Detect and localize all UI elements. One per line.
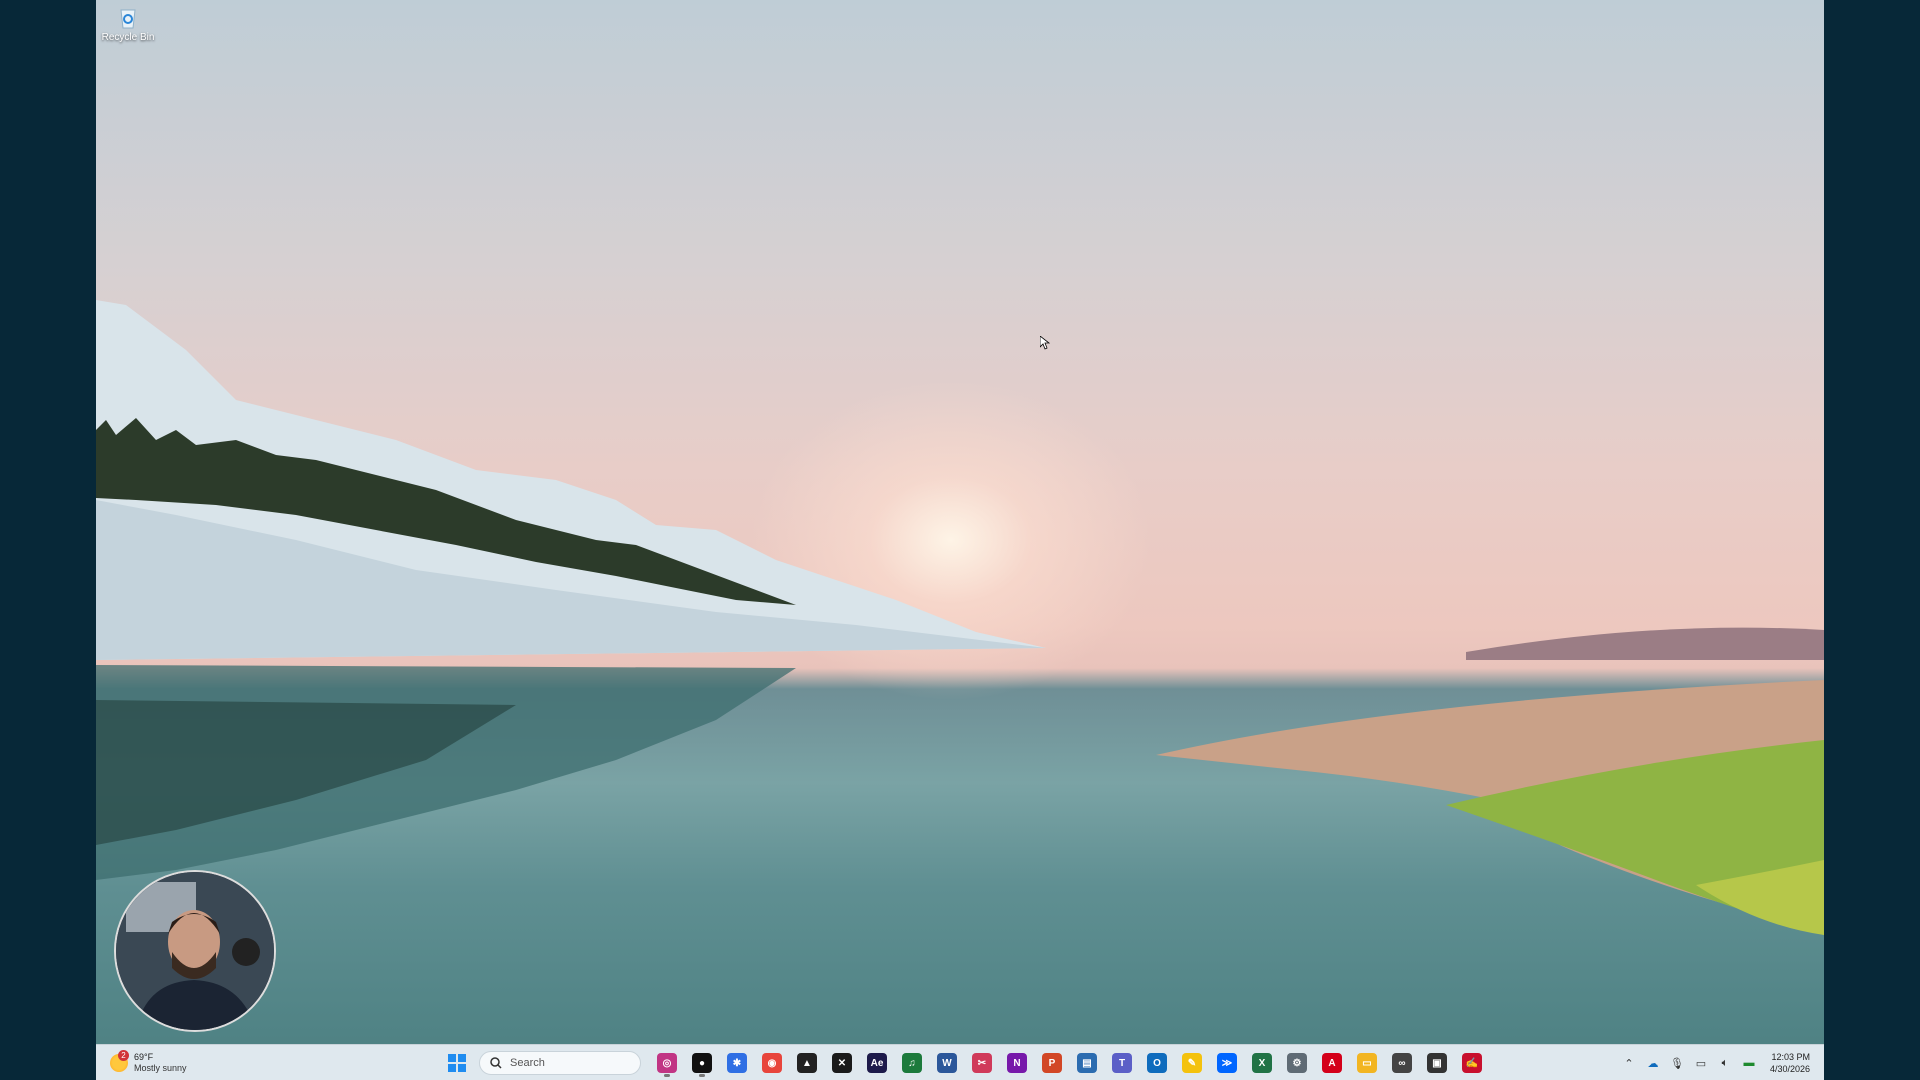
taskbar-app-xbox-app[interactable]: ✕ — [827, 1049, 857, 1077]
taskbar: 2 69°F Mostly sunny Search ◎ ● ✱ ◉ ▲ ✕ Ae ♫ W ✂ N P… — [96, 1044, 1824, 1080]
recycle-bin-shortcut[interactable]: Recycle Bin — [100, 2, 156, 43]
taskbar-app-acrobat[interactable]: A — [1317, 1049, 1347, 1077]
network-icon[interactable]: ▭ — [1694, 1056, 1708, 1070]
acrobat-icon: A — [1322, 1053, 1342, 1073]
word-icon: W — [937, 1053, 957, 1073]
running-indicator — [664, 1074, 670, 1077]
wallpaper-landscape — [96, 300, 1824, 935]
link-tool-icon: ∞ — [1392, 1053, 1412, 1073]
taskbar-app-file-explorer[interactable]: ▭ — [1352, 1049, 1382, 1077]
mouse-cursor-icon — [1040, 336, 1050, 350]
weather-temperature: 69°F — [134, 1052, 154, 1062]
desktop-screen: Recycle Bin 2 69°F Mostly sunny Search ◎… — [96, 0, 1824, 1080]
spotify-icon: ● — [692, 1053, 712, 1073]
taskbar-app-link-tool[interactable]: ∞ — [1387, 1049, 1417, 1077]
xbox-app-icon: ✕ — [832, 1053, 852, 1073]
recycle-bin-icon — [115, 4, 141, 30]
acrobat-sign-icon: ✍ — [1462, 1053, 1482, 1073]
taskbar-app-capcut[interactable]: ▲ — [792, 1049, 822, 1077]
taskbar-search-box[interactable]: Search — [479, 1051, 641, 1075]
capcut-icon: ▲ — [797, 1053, 817, 1073]
system-tray: ⌃ ☁ 🎙︎ ▭ 🔈︎ ▬ 12:03 PM 4/30/2026 — [1622, 1049, 1810, 1077]
recycle-bin-label: Recycle Bin — [101, 32, 155, 43]
weather-widget[interactable]: 2 69°F Mostly sunny — [110, 1049, 187, 1077]
onedrive-icon[interactable]: ☁ — [1646, 1056, 1660, 1070]
microphone-icon[interactable]: 🎙︎ — [1670, 1056, 1684, 1070]
instagram-icon: ◎ — [657, 1053, 677, 1073]
snipping-tool-icon: ✂ — [972, 1053, 992, 1073]
taskbar-app-settings-gear-blue[interactable]: ✱ — [722, 1049, 752, 1077]
image-viewer-icon: ▣ — [1427, 1053, 1447, 1073]
pinned-apps: ◎ ● ✱ ◉ ▲ ✕ Ae ♫ W ✂ N P ▤ T O ✎ ≫ X ⚙ A ▭ ∞ ▣ ✍ — [652, 1049, 1487, 1077]
windows-start-icon — [448, 1054, 466, 1072]
after-effects-icon: Ae — [867, 1053, 887, 1073]
audio-app-icon: ♫ — [902, 1053, 922, 1073]
taskbar-app-spotify[interactable]: ● — [687, 1049, 717, 1077]
weather-notification-badge: 2 — [118, 1050, 129, 1061]
chrome-icon: ◉ — [762, 1053, 782, 1073]
taskbar-app-onenote[interactable]: N — [1002, 1049, 1032, 1077]
taskbar-app-excel[interactable]: X — [1247, 1049, 1277, 1077]
weather-sun-icon: 2 — [110, 1050, 129, 1072]
taskbar-app-snipping-tool[interactable]: ✂ — [967, 1049, 997, 1077]
taskbar-app-outlook[interactable]: O — [1142, 1049, 1172, 1077]
settings-icon: ⚙ — [1287, 1053, 1307, 1073]
taskbar-app-task-manager[interactable]: ▤ — [1072, 1049, 1102, 1077]
taskbar-app-settings[interactable]: ⚙ — [1282, 1049, 1312, 1077]
onenote-icon: N — [1007, 1053, 1027, 1073]
clock-date: 4/30/2026 — [1769, 1064, 1810, 1074]
taskbar-app-sticky-notes[interactable]: ✎ — [1177, 1049, 1207, 1077]
clock-time: 12:03 PM — [1771, 1052, 1810, 1062]
search-icon — [490, 1057, 502, 1069]
taskbar-app-acrobat-sign[interactable]: ✍ — [1457, 1049, 1487, 1077]
taskbar-app-audio-app[interactable]: ♫ — [897, 1049, 927, 1077]
chevron-up-icon[interactable]: ⌃ — [1622, 1056, 1636, 1070]
taskbar-clock[interactable]: 12:03 PM 4/30/2026 — [1770, 1051, 1810, 1075]
sticky-notes-icon: ✎ — [1182, 1053, 1202, 1073]
outlook-icon: O — [1147, 1053, 1167, 1073]
taskbar-app-word[interactable]: W — [932, 1049, 962, 1077]
excel-icon: X — [1252, 1053, 1272, 1073]
taskbar-center: Search ◎ ● ✱ ◉ ▲ ✕ Ae ♫ W ✂ N P ▤ T O ✎ ≫ X ⚙ A ▭ ∞ ▣ ✍ — [442, 1049, 1487, 1077]
volume-icon[interactable]: 🔈︎ — [1718, 1056, 1732, 1070]
taskbar-app-power-automate[interactable]: ≫ — [1212, 1049, 1242, 1077]
file-explorer-icon: ▭ — [1357, 1053, 1377, 1073]
weather-condition: Mostly sunny — [134, 1063, 187, 1073]
taskbar-app-powerpoint[interactable]: P — [1037, 1049, 1067, 1077]
teams-icon: T — [1112, 1053, 1132, 1073]
start-button[interactable] — [442, 1049, 472, 1077]
power-automate-icon: ≫ — [1217, 1053, 1237, 1073]
settings-gear-blue-icon: ✱ — [727, 1053, 747, 1073]
powerpoint-icon: P — [1042, 1053, 1062, 1073]
taskbar-app-image-viewer[interactable]: ▣ — [1422, 1049, 1452, 1077]
task-manager-icon: ▤ — [1077, 1053, 1097, 1073]
taskbar-app-instagram[interactable]: ◎ — [652, 1049, 682, 1077]
taskbar-app-chrome[interactable]: ◉ — [757, 1049, 787, 1077]
taskbar-app-teams[interactable]: T — [1107, 1049, 1137, 1077]
running-indicator — [699, 1074, 705, 1077]
battery-icon[interactable]: ▬ — [1742, 1056, 1756, 1070]
taskbar-app-after-effects[interactable]: Ae — [862, 1049, 892, 1077]
webcam-overlay — [114, 870, 276, 1032]
search-placeholder: Search — [510, 1057, 545, 1069]
